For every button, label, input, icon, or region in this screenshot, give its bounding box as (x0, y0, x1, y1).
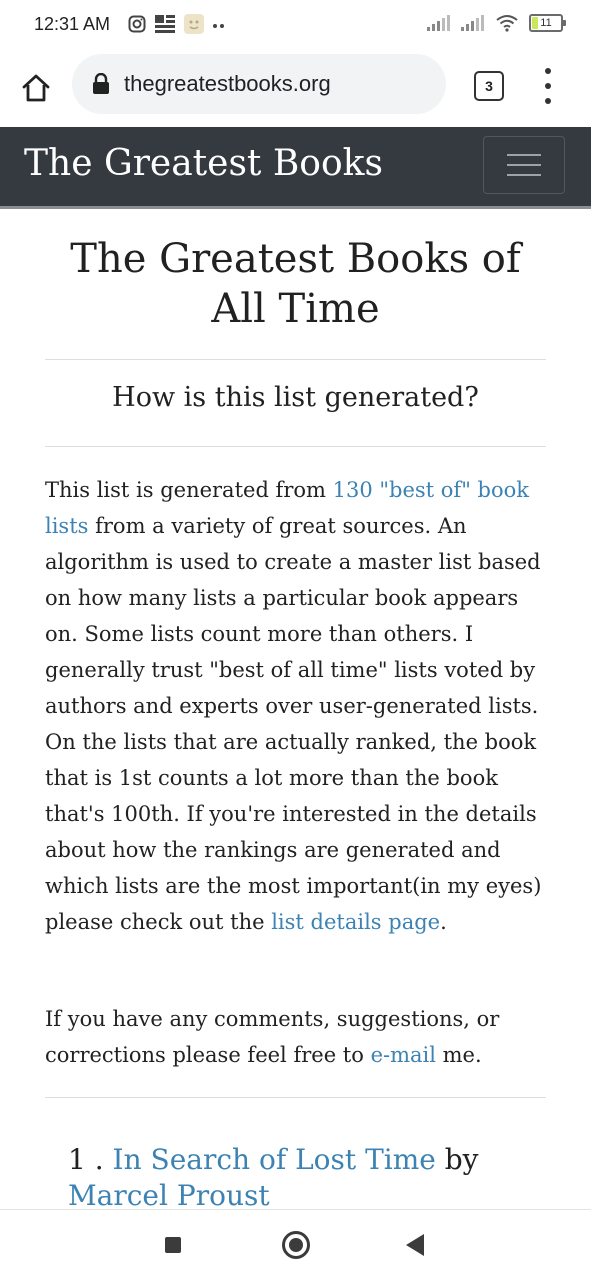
status-bar: 12:31 AM 11 (0, 0, 591, 52)
contact-text: me. (435, 1043, 482, 1067)
site-brand-link[interactable]: The Greatest Books (24, 143, 383, 184)
book-by: by (444, 1143, 479, 1176)
book-title-link[interactable]: In Search of Lost Time (113, 1143, 436, 1176)
hamburger-line (507, 174, 541, 176)
more-notifications-icon (213, 24, 224, 28)
book-list-item: 1 . In Search of Lost Time by Marcel Pro… (68, 1142, 538, 1214)
email-link[interactable]: e-mail (371, 1043, 436, 1067)
intro-text: . (440, 910, 447, 934)
wifi-icon (496, 15, 518, 32)
battery-icon: 11 (529, 14, 566, 32)
lock-icon (93, 73, 109, 94)
contact-paragraph: If you have any comments, suggestions, o… (45, 1001, 545, 1073)
signal-icon (461, 15, 484, 31)
nav-toggle-button[interactable] (483, 136, 565, 194)
intro-paragraph: This list is generated from 130 "best of… (45, 472, 545, 940)
system-nav-bar (0, 1209, 591, 1280)
divider (45, 446, 546, 447)
emoji-icon (184, 14, 204, 34)
status-time: 12:31 AM (34, 14, 111, 34)
hamburger-line (507, 164, 541, 166)
intro-text: from a variety of great sources. An algo… (45, 514, 542, 934)
site-navbar: The Greatest Books (0, 127, 591, 209)
divider (45, 359, 546, 360)
instagram-icon (128, 15, 146, 33)
menu-dot (545, 83, 551, 89)
system-status-icons: 11 (427, 14, 566, 32)
signal-icon (427, 15, 450, 31)
url-text: thegreatestbooks.org (124, 71, 331, 96)
menu-dot (545, 98, 551, 104)
recents-button[interactable] (165, 1237, 181, 1253)
address-bar[interactable]: thegreatestbooks.org (72, 54, 446, 114)
hamburger-line (507, 154, 541, 156)
tab-switcher-button[interactable]: 3 (474, 71, 504, 101)
page-subtitle: How is this list generated? (112, 382, 479, 413)
menu-dot (545, 68, 551, 74)
home-icon[interactable] (20, 72, 52, 104)
book-rank: 1 . (68, 1143, 104, 1176)
intro-text: This list is generated from (45, 478, 333, 502)
page-title: The Greatest Books of All Time (70, 236, 521, 332)
browser-toolbar: thegreatestbooks.org 3 (0, 52, 591, 126)
list-details-link[interactable]: list details page (271, 910, 440, 934)
back-button[interactable] (406, 1234, 424, 1256)
browser-menu-button[interactable] (538, 68, 558, 104)
home-button[interactable] (282, 1231, 310, 1259)
battery-level: 11 (540, 17, 552, 29)
divider (45, 1097, 546, 1098)
news-icon (155, 15, 175, 33)
book-author-link[interactable]: Marcel Proust (68, 1179, 270, 1212)
notification-icons (128, 14, 226, 34)
